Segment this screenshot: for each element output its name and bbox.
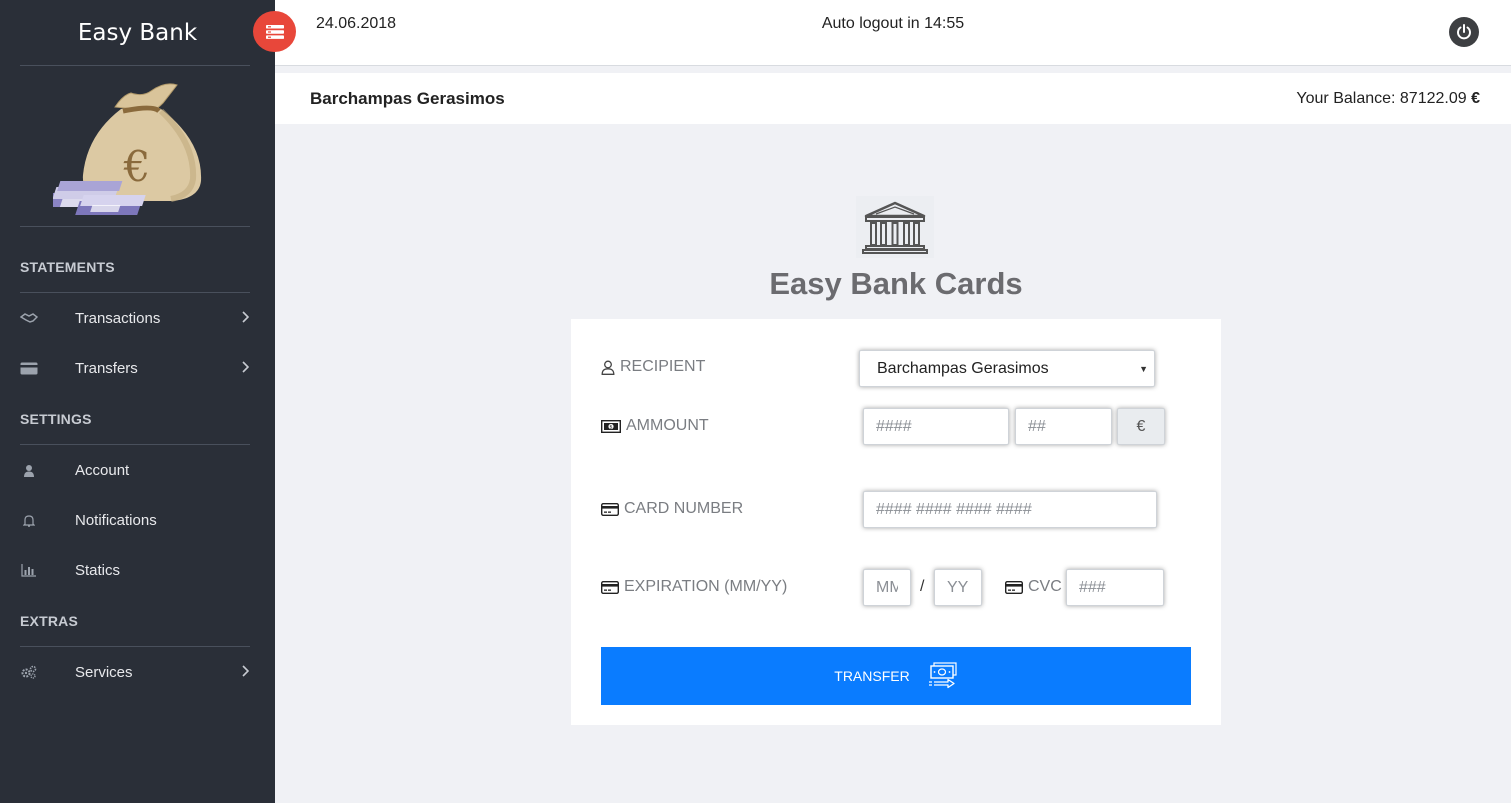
money-bag-logo: €: [0, 66, 275, 226]
credit-card-icon: [601, 580, 619, 594]
user-outline-icon: [601, 360, 615, 375]
expiration-label: EXPIRATION (MM/YY): [624, 578, 788, 595]
chevron-right-icon: [241, 360, 250, 376]
sidebar-item-account[interactable]: Account: [0, 445, 275, 495]
amount-label-row: $ AMMOUNT: [601, 417, 709, 435]
sidebar-item-statics[interactable]: Statics: [0, 545, 275, 595]
bank-building-icon: [856, 196, 934, 258]
power-icon: [1455, 23, 1473, 41]
sidebar-item-transfers[interactable]: Transfers: [0, 343, 275, 393]
chevron-right-icon: [241, 310, 250, 326]
recipient-label-row: RECIPIENT: [601, 358, 705, 376]
sidebar-item-label: Transactions: [75, 309, 161, 327]
currency-addon: €: [1117, 408, 1165, 445]
credit-card-icon: [601, 502, 619, 516]
credit-card-icon: [1005, 580, 1023, 594]
sidebar-item-notifications[interactable]: Notifications: [0, 495, 275, 545]
svg-text:€: €: [122, 142, 150, 191]
section-title-statements: STATEMENTS: [20, 259, 115, 275]
section-title-settings: SETTINGS: [20, 411, 92, 427]
bell-icon: [20, 513, 38, 527]
expiration-year-input[interactable]: [934, 569, 982, 606]
credit-card-icon: [20, 361, 38, 375]
sidebar: Easy Bank € STATEMENTS Transactions Tran…: [0, 0, 275, 803]
auto-logout-timer: Auto logout in 14:55: [821, 15, 965, 32]
handshake-icon: [20, 311, 38, 325]
card-number-input[interactable]: [863, 491, 1157, 528]
sidebar-item-services[interactable]: Services: [0, 647, 275, 697]
banknote-icon: $: [601, 419, 621, 433]
sidebar-toggle-button[interactable]: [253, 11, 296, 52]
balance-label: Your Balance: 87122.09: [1296, 90, 1467, 107]
recipient-select[interactable]: Barchampas Gerasimos ▼: [859, 350, 1155, 387]
brand-title: Easy Bank: [77, 19, 198, 46]
caret-down-icon: ▼: [1139, 364, 1148, 374]
account-balance: Your Balance: 87122.09 €: [1296, 90, 1480, 108]
expiration-month-input[interactable]: [863, 569, 911, 606]
menu-toggle-icon: [265, 24, 284, 39]
sidebar-item-label: Account: [75, 461, 130, 479]
account-holder-name: Barchampas Gerasimos: [310, 89, 505, 108]
card-number-label: CARD NUMBER: [624, 500, 744, 517]
recipient-selected-value: Barchampas Gerasimos: [877, 359, 1049, 377]
user-icon: [20, 463, 38, 477]
logout-button[interactable]: [1449, 17, 1479, 47]
chevron-right-icon: [241, 664, 250, 680]
cvc-label: CVC: [1028, 578, 1062, 595]
sidebar-item-label: Transfers: [75, 359, 138, 377]
gears-icon: [20, 665, 38, 679]
section-title-extras: EXTRAS: [20, 613, 78, 629]
money-transfer-icon: [928, 662, 958, 690]
cvc-input[interactable]: [1066, 569, 1164, 606]
transfer-button-label: TRANSFER: [834, 668, 910, 684]
cvc-label-row: CVC: [1005, 578, 1062, 596]
svg-text:$: $: [609, 424, 612, 430]
sidebar-item-label: Notifications: [75, 511, 157, 529]
expiration-label-row: EXPIRATION (MM/YY): [601, 578, 787, 596]
currency-symbol: €: [1471, 90, 1480, 107]
bar-chart-icon: [20, 563, 38, 577]
transfer-button[interactable]: TRANSFER: [601, 647, 1191, 705]
recipient-label: RECIPIENT: [620, 358, 706, 375]
sidebar-item-transactions[interactable]: Transactions: [0, 293, 275, 343]
amount-cents-input[interactable]: [1015, 408, 1112, 445]
sidebar-item-label: Statics: [75, 561, 121, 579]
sidebar-item-label: Services: [75, 663, 133, 681]
transfer-form-card: RECIPIENT Barchampas Gerasimos ▼ $ AMMOU…: [571, 319, 1221, 725]
topbar: 24.06.2018 Auto logout in 14:55: [275, 0, 1511, 66]
amount-label: AMMOUNT: [626, 417, 709, 434]
user-info-bar: Barchampas Gerasimos Your Balance: 87122…: [275, 73, 1511, 124]
date-separator: /: [920, 578, 925, 595]
amount-whole-input[interactable]: [863, 408, 1009, 445]
page-title: Easy Bank Cards: [769, 266, 1023, 301]
card-number-label-row: CARD NUMBER: [601, 500, 743, 518]
